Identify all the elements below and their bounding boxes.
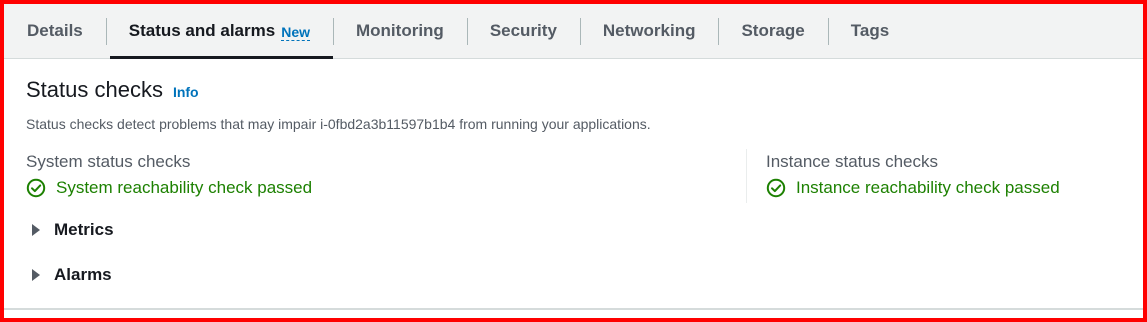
- tab-details[interactable]: Details: [4, 4, 106, 58]
- system-status-value: System reachability check passed: [26, 178, 312, 198]
- tab-status-and-alarms[interactable]: Status and alarms New: [105, 4, 334, 59]
- metrics-label: Metrics: [54, 220, 114, 239]
- tab-label: Details: [27, 21, 83, 40]
- instance-status-text: Instance reachability check passed: [796, 178, 1060, 197]
- tab-bar: Details Status and alarms New Monitoring…: [4, 4, 1143, 59]
- alarms-label: Alarms: [54, 265, 112, 284]
- metrics-expander[interactable]: Metrics: [32, 220, 114, 240]
- panel-bottom-divider: [4, 308, 1143, 310]
- check-circle-icon: [766, 178, 786, 198]
- tab-label: Monitoring: [356, 21, 444, 40]
- status-checks-panel: Status checks Info Status checks detect …: [4, 59, 1143, 318]
- tab-label: Status and alarms: [128, 21, 276, 40]
- tab-storage[interactable]: Storage: [718, 4, 827, 58]
- section-title: Status checks: [26, 77, 163, 102]
- tab-label: Storage: [741, 21, 805, 40]
- new-badge: New: [281, 24, 310, 41]
- tab-label: Security: [489, 21, 557, 40]
- tab-tags[interactable]: Tags: [827, 4, 912, 58]
- caret-right-icon: [32, 224, 40, 236]
- system-status-text: System reachability check passed: [56, 178, 313, 197]
- section-description: Status checks detect problems that may i…: [26, 116, 651, 132]
- alarms-expander[interactable]: Alarms: [32, 265, 112, 285]
- tab-networking[interactable]: Networking: [579, 4, 719, 58]
- tab-security[interactable]: Security: [466, 4, 580, 58]
- instance-status-label: Instance status checks: [766, 152, 938, 171]
- instance-status-value: Instance reachability check passed: [766, 178, 1060, 198]
- system-status-label: System status checks: [26, 152, 191, 171]
- caret-right-icon: [32, 269, 40, 281]
- tab-monitoring[interactable]: Monitoring: [333, 4, 467, 58]
- tab-label: Networking: [602, 21, 696, 40]
- column-divider: [746, 149, 747, 203]
- tab-label: Tags: [850, 21, 890, 40]
- section-header: Status checks Info: [26, 77, 199, 103]
- info-link[interactable]: Info: [173, 84, 199, 100]
- check-circle-icon: [26, 178, 46, 198]
